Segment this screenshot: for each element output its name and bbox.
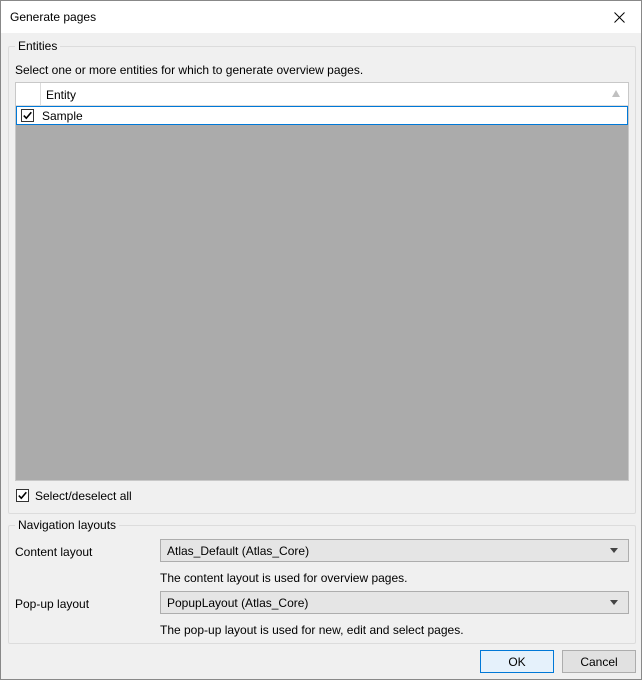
popup-layout-select[interactable]: PopupLayout (Atlas_Core) — [160, 591, 629, 614]
content-layout-select[interactable]: Atlas_Default (Atlas_Core) — [160, 539, 629, 562]
content-layout-hint: The content layout is used for overview … — [160, 571, 408, 585]
row-checkbox[interactable] — [21, 109, 34, 122]
window-title: Generate pages — [10, 10, 97, 24]
close-button[interactable] — [597, 1, 641, 33]
popup-layout-label: Pop-up layout — [15, 597, 90, 611]
chevron-down-icon — [610, 548, 618, 553]
content-layout-value: Atlas_Default (Atlas_Core) — [167, 544, 310, 558]
cancel-button[interactable]: Cancel — [562, 650, 636, 673]
entity-grid[interactable]: Entity Sample — [15, 82, 629, 481]
column-header-entity[interactable]: Entity — [46, 88, 76, 102]
checkmark-icon — [18, 491, 27, 500]
ok-button[interactable]: OK — [480, 650, 554, 673]
close-icon — [613, 11, 625, 23]
row-label: Sample — [42, 109, 83, 123]
dialog-window: Generate pages Entities Select one or mo… — [0, 0, 642, 680]
navigation-legend: Navigation layouts — [15, 518, 120, 532]
sort-ascending-icon — [612, 90, 620, 97]
table-row[interactable]: Sample — [16, 106, 628, 125]
entities-description: Select one or more entities for which to… — [15, 63, 364, 77]
select-all-label[interactable]: Select/deselect all — [35, 489, 132, 503]
title-bar: Generate pages — [1, 1, 641, 33]
popup-layout-value: PopupLayout (Atlas_Core) — [167, 596, 309, 610]
checkmark-icon — [23, 111, 32, 120]
content-layout-label: Content layout — [15, 545, 93, 559]
grid-header: Entity — [16, 83, 628, 106]
chevron-down-icon — [610, 600, 618, 605]
grid-header-corner — [16, 83, 41, 105]
entities-legend: Entities — [15, 39, 61, 53]
popup-layout-hint: The pop-up layout is used for new, edit … — [160, 623, 464, 637]
select-all-checkbox[interactable] — [16, 489, 29, 502]
